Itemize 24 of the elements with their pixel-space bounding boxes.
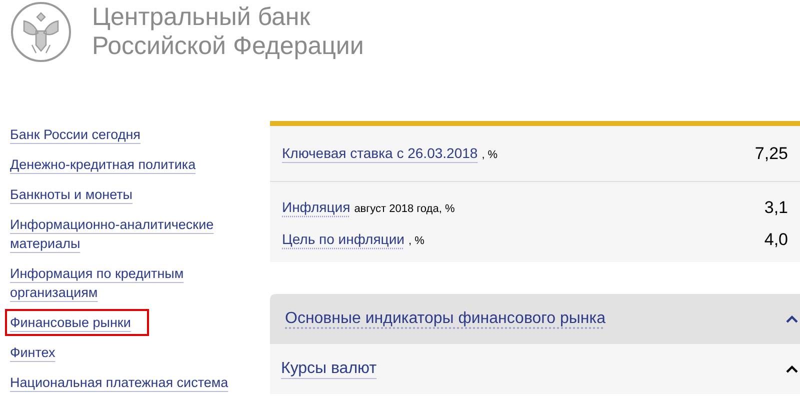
indicator-link[interactable]: Цель по инфляции bbox=[282, 228, 404, 250]
sidebar-link[interactable]: Информация по кредитным организациям bbox=[10, 264, 258, 302]
sidebar-link[interactable]: Денежно-кредитная политика bbox=[10, 155, 196, 174]
sidebar-link[interactable]: Национальная платежная система bbox=[10, 373, 228, 392]
accordion-title: Основные индикаторы финансового рынка bbox=[285, 309, 606, 329]
bank-name: Российской Федерации bbox=[92, 32, 364, 61]
section-link[interactable]: Курсы валют bbox=[281, 357, 377, 381]
bank-name: Центральный банк bbox=[92, 3, 312, 32]
sidebar-link[interactable]: Финтех bbox=[10, 343, 56, 362]
indicator-note: август 2018 года, % bbox=[354, 202, 455, 218]
chevron-up-icon[interactable] bbox=[786, 315, 798, 323]
sidebar-link[interactable]: Информационно-аналитические материалы bbox=[10, 215, 258, 253]
indicator-value: 4,0 bbox=[764, 228, 788, 250]
accordion-header[interactable]: Основные индикаторы финансового рынка bbox=[270, 294, 800, 344]
unit-label: , % bbox=[482, 148, 498, 163]
key-rate-link[interactable]: Ключевая ставка с 26.03.2018 bbox=[282, 143, 478, 164]
indicator-note: , % bbox=[408, 234, 424, 249]
key-rate-value: 7,25 bbox=[754, 142, 788, 165]
emblem-logo-icon[interactable] bbox=[10, 1, 72, 63]
sidebar-link[interactable]: Банк России сегодня bbox=[10, 125, 140, 144]
indicator-link[interactable]: Инфляция bbox=[282, 197, 350, 218]
indicator-value: 3,1 bbox=[764, 197, 788, 219]
chevron-up-icon[interactable] bbox=[786, 365, 798, 373]
sidebar-link[interactable]: Банкноты и монеты bbox=[10, 185, 133, 204]
